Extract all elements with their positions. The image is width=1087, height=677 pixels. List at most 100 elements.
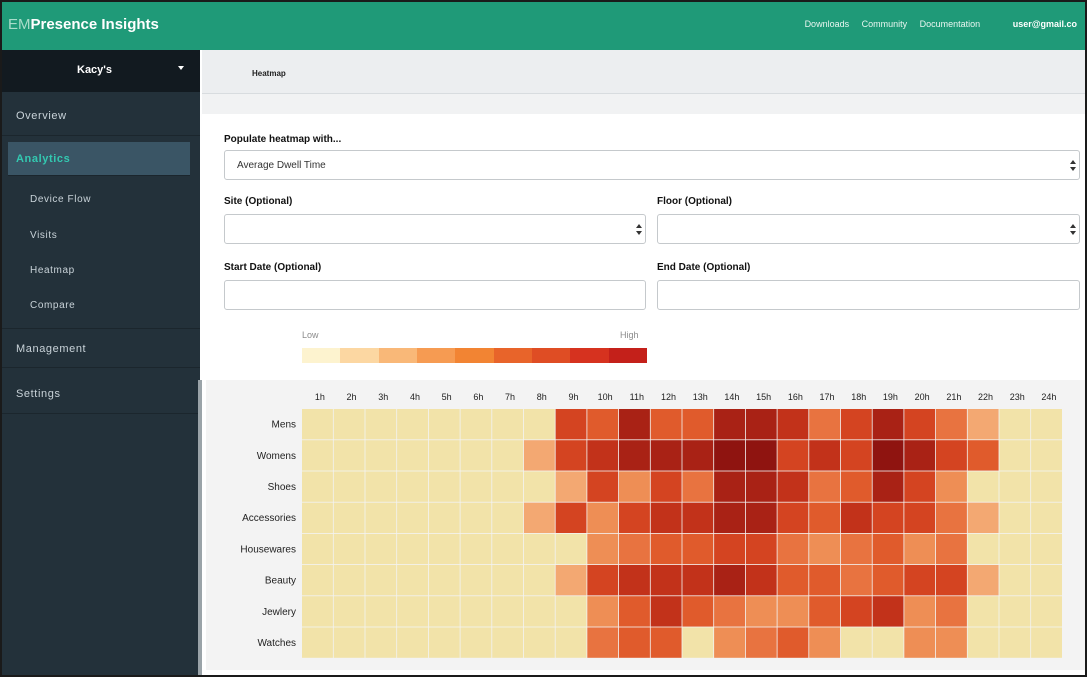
legend-color-scale <box>302 348 647 363</box>
heatmap-cell <box>555 502 587 533</box>
heatmap-cell <box>1031 471 1062 502</box>
heatmap-cell <box>619 596 650 627</box>
start-date-label: Start Date (Optional) <box>224 262 322 273</box>
org-name: Kacy's <box>77 64 113 76</box>
x-tick-label: 4h <box>410 392 420 402</box>
site-label: Site (Optional) <box>224 196 293 207</box>
heatmap-cell <box>492 409 524 440</box>
heatmap-chart: 1h 2h 3h 4h 5h 6h 7h 8h 9h 10h 11h 12h 13h 14h 15h 16h 1… <box>240 392 1062 658</box>
heatmap-cell <box>809 471 841 502</box>
heatmap-cell <box>682 627 714 658</box>
x-tick-label: 18h <box>851 392 866 402</box>
heatmap-cell <box>619 409 650 440</box>
heatmap-cell <box>428 627 460 658</box>
sidebar: Kacy's Overview Analytics Device Flow Vi… <box>2 50 202 675</box>
heatmap-panel: 1h 2h 3h 4h 5h 6h 7h 8h 9h 10h 11h 12h 13h 14h 15h 16h 1… <box>206 380 1085 670</box>
heatmap-cell <box>460 596 492 627</box>
legend-low-label: Low <box>302 330 319 340</box>
heatmap-cell <box>302 533 333 565</box>
top-bar: EMPresence Insights Downloads Community … <box>2 2 1085 50</box>
end-date-input[interactable] <box>657 280 1080 310</box>
sidebar-item-overview[interactable]: Overview <box>2 96 200 136</box>
heatmap-legend: Low High <box>302 330 652 370</box>
sidebar-item-label: Device Flow <box>30 194 92 205</box>
heatmap-cell <box>365 565 397 596</box>
heatmap-cell <box>904 440 936 471</box>
legend-swatch <box>608 348 647 363</box>
site-select[interactable] <box>224 214 646 244</box>
nav-link-downloads[interactable]: Downloads <box>805 19 850 29</box>
heatmap-cell <box>714 627 745 658</box>
x-tick-label: 12h <box>661 392 676 402</box>
nav-link-community[interactable]: Community <box>862 19 908 29</box>
heatmap-cell <box>397 502 428 533</box>
floor-select[interactable] <box>657 214 1080 244</box>
heatmap-cell <box>619 627 650 658</box>
sidebar-item-heatmap[interactable]: Heatmap <box>2 265 200 285</box>
heatmap-cell <box>872 409 904 440</box>
sidebar-item-device-flow[interactable]: Device Flow <box>2 194 200 214</box>
heatmap-cell <box>936 409 967 440</box>
heatmap-cell <box>967 565 999 596</box>
heatmap-cell <box>904 502 936 533</box>
x-tick-label: 20h <box>915 392 930 402</box>
app-window: EMPresence Insights Downloads Community … <box>0 0 1087 677</box>
heatmap-cell <box>967 596 999 627</box>
y-tick-label: Womens <box>257 451 296 462</box>
heatmap-cell <box>1031 627 1062 658</box>
x-tick-label: 9h <box>568 392 578 402</box>
heatmap-cell <box>809 502 841 533</box>
heatmap-cell <box>999 565 1031 596</box>
sidebar-item-settings[interactable]: Settings <box>2 374 200 414</box>
y-tick-label: Jewlery <box>262 607 296 618</box>
heatmap-cell <box>333 440 365 471</box>
heatmap-cell <box>904 596 936 627</box>
x-tick-label: 15h <box>756 392 771 402</box>
heatmap-cell <box>745 565 777 596</box>
heatmap-cell <box>840 533 872 565</box>
heatmap-cell <box>714 533 745 565</box>
legend-swatch <box>493 348 532 363</box>
heatmap-cell <box>1031 533 1062 565</box>
user-email[interactable]: user@gmail.co <box>1013 19 1077 29</box>
heatmap-cell <box>302 440 333 471</box>
legend-high-label: High <box>620 330 639 340</box>
sidebar-item-label: Management <box>16 343 87 355</box>
heatmap-cell <box>1031 596 1062 627</box>
populate-select[interactable]: Average Dwell Time <box>224 150 1080 180</box>
heatmap-cell <box>777 596 809 627</box>
heatmap-cell <box>523 471 555 502</box>
heatmap-cell <box>365 627 397 658</box>
nav-link-documentation[interactable]: Documentation <box>920 19 981 29</box>
heatmap-cell <box>904 471 936 502</box>
heatmap-cell <box>809 409 841 440</box>
heatmap-cell <box>682 596 714 627</box>
heatmap-cell <box>302 596 333 627</box>
heatmap-cell <box>936 596 967 627</box>
sidebar-item-visits[interactable]: Visits <box>2 230 200 250</box>
heatmap-cell <box>492 440 524 471</box>
heatmap-cell <box>302 627 333 658</box>
heatmap-cell <box>365 596 397 627</box>
heatmap-cell <box>682 502 714 533</box>
start-date-input[interactable] <box>224 280 646 310</box>
sidebar-scrollbar[interactable] <box>198 380 202 675</box>
heatmap-cell <box>397 533 428 565</box>
heatmap-cell <box>397 440 428 471</box>
legend-swatch <box>455 348 494 363</box>
heatmap-cell <box>333 596 365 627</box>
heatmap-cell <box>840 565 872 596</box>
brand-logo[interactable]: EMPresence Insights <box>8 16 159 33</box>
sidebar-item-compare[interactable]: Compare <box>2 300 200 320</box>
x-tick-label: 1h <box>315 392 325 402</box>
legend-swatch <box>531 348 571 363</box>
heatmap-cell <box>428 502 460 533</box>
heatmap-cell <box>523 533 555 565</box>
heatmap-cell <box>523 502 555 533</box>
heatmap-cell <box>302 502 333 533</box>
heatmap-cell <box>1031 502 1062 533</box>
org-selector[interactable]: Kacy's <box>2 50 200 92</box>
sidebar-item-management[interactable]: Management <box>2 328 200 368</box>
sidebar-item-analytics[interactable]: Analytics <box>8 142 190 176</box>
heatmap-cell <box>777 565 809 596</box>
